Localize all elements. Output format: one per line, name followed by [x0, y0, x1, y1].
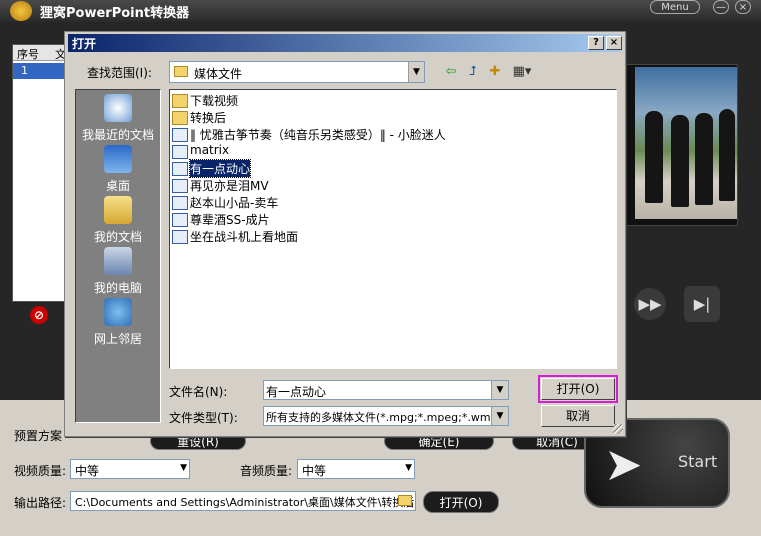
media-file-icon	[172, 128, 188, 142]
audio-quality-value: 中等	[302, 464, 327, 478]
list-row[interactable]: 1	[13, 63, 67, 79]
conversion-list[interactable]: 序号 文 1	[12, 44, 68, 302]
file-type-select[interactable]: 所有支持的多媒体文件(*.mpg;*.mpeg;*.wm ▼	[263, 406, 509, 426]
row-number: 1	[21, 64, 28, 77]
column-header-no[interactable]: 序号	[17, 46, 39, 62]
preview-figure	[645, 111, 663, 203]
view-menu-icon[interactable]: ▦▾	[509, 63, 535, 81]
place-recent[interactable]: 我最近的文档	[76, 92, 160, 142]
media-file-icon	[172, 145, 188, 159]
close-dialog-button[interactable]: ×	[606, 36, 622, 50]
my-computer-icon	[104, 247, 132, 275]
open-output-button[interactable]: 打开(O)	[423, 491, 499, 513]
audio-quality-label: 音频质量:	[240, 464, 293, 478]
back-icon[interactable]: ⇦	[441, 63, 461, 81]
dialog-title-bar[interactable]: 打开 ? ×	[68, 34, 622, 52]
place-label: 桌面	[105, 179, 130, 193]
place-my-documents[interactable]: 我的文档	[76, 194, 160, 244]
place-label: 网上邻居	[93, 332, 142, 346]
preview-figure	[671, 115, 689, 207]
look-in-label: 查找范围(I):	[87, 66, 152, 80]
place-my-computer[interactable]: 我的电脑	[76, 245, 160, 295]
fast-forward-icon[interactable]: ▶▶	[634, 288, 666, 320]
delete-icon[interactable]: ⊘	[30, 306, 48, 324]
help-button[interactable]: ?	[588, 36, 604, 50]
look-in-select[interactable]: 媒体文件 ▼	[169, 61, 425, 83]
open-dialog: 打开 ? × 查找范围(I): 媒体文件 ▼ ⇦ ⮥ ✚ ▦▾ 我最近的文档 桌…	[64, 31, 626, 437]
preset-label: 预置方案	[14, 429, 63, 443]
file-name: 有一点动心	[188, 159, 252, 178]
folder-icon	[172, 94, 188, 108]
file-name: 尊辈酒SS-成片	[190, 213, 270, 227]
output-path-field[interactable]: C:\Documents and Settings\Administrator\…	[70, 491, 416, 511]
video-quality-value: 中等	[75, 464, 100, 478]
media-file-icon	[172, 230, 188, 244]
preview-figure	[719, 109, 735, 201]
dialog-title: 打开	[72, 37, 97, 51]
video-quality-select[interactable]: 中等 ▼	[70, 459, 190, 479]
chevron-down-icon: ▼	[180, 463, 187, 473]
place-network[interactable]: 网上邻居	[76, 296, 160, 346]
up-folder-icon[interactable]: ⮥	[463, 63, 483, 81]
place-desktop[interactable]: 桌面	[76, 143, 160, 193]
file-name: 转换后	[190, 111, 227, 125]
close-app-button[interactable]: ×	[735, 0, 751, 14]
media-file-icon	[172, 196, 188, 210]
start-label: Start	[678, 452, 718, 471]
recent-documents-icon	[104, 94, 132, 122]
file-name: 坐在战斗机上看地面	[190, 230, 299, 244]
chevron-down-icon[interactable]: ▼	[491, 407, 508, 425]
chevron-down-icon[interactable]: ▼	[491, 381, 508, 399]
file-name: 再见亦是泪MV	[190, 179, 269, 193]
play-arrow-icon: ➤	[604, 437, 643, 491]
file-type-label: 文件类型(T):	[169, 411, 238, 425]
output-path-value: C:\Documents and Settings\Administrator\…	[75, 496, 415, 509]
file-name: ‖ 忧雅古筝节奏（纯音乐另类感受）‖ - 小脸迷人	[190, 128, 446, 142]
file-name-label: 文件名(N):	[169, 385, 228, 399]
cancel-button[interactable]: 取消	[541, 405, 615, 427]
folder-icon[interactable]	[398, 495, 412, 506]
audio-quality-select[interactable]: 中等 ▼	[297, 459, 415, 479]
app-title: 狸窝PowerPoint转换器	[40, 6, 190, 21]
folder-icon	[174, 66, 188, 77]
minimize-button[interactable]: —	[713, 0, 729, 14]
media-file-icon	[172, 179, 188, 193]
my-documents-icon	[104, 196, 132, 224]
desktop-icon	[104, 145, 132, 173]
video-preview	[626, 64, 738, 226]
file-list[interactable]: 下载视频 转换后 ‖ 忧雅古筝节奏（纯音乐另类感受）‖ - 小脸迷人 matri…	[169, 89, 617, 369]
new-folder-icon[interactable]: ✚	[485, 63, 505, 81]
app-logo-icon	[10, 1, 32, 21]
open-button[interactable]: 打开(O)	[538, 375, 618, 403]
list-header: 序号 文	[13, 45, 67, 61]
file-name: matrix	[190, 143, 230, 157]
file-name-input[interactable]: 有一点动心 ▼	[263, 380, 509, 400]
output-path-label: 输出路径:	[14, 496, 67, 510]
file-type-value: 所有支持的多媒体文件(*.mpg;*.mpeg;*.wm	[266, 411, 491, 424]
file-name: 赵本山小品-卖车	[190, 196, 279, 210]
folder-icon	[172, 111, 188, 125]
preview-image	[635, 67, 737, 219]
place-label: 我最近的文档	[81, 128, 154, 142]
chevron-down-icon[interactable]: ▼	[408, 62, 424, 82]
skip-end-icon[interactable]: ▶|	[684, 286, 720, 322]
menu-button[interactable]: Menu	[650, 0, 700, 14]
video-quality-label: 视频质量:	[14, 464, 67, 478]
file-name: 下载视频	[190, 94, 239, 108]
resize-grip-icon[interactable]	[613, 424, 623, 434]
media-file-icon	[172, 162, 188, 176]
app-title-bar: 狸窝PowerPoint转换器 Menu — ×	[0, 0, 761, 22]
place-label: 我的电脑	[93, 281, 142, 295]
preview-figure	[695, 113, 713, 205]
place-label: 我的文档	[93, 230, 142, 244]
chevron-down-icon: ▼	[405, 463, 412, 473]
look-in-value: 媒体文件	[194, 67, 243, 81]
network-places-icon	[104, 298, 132, 326]
media-file-icon	[172, 213, 188, 227]
places-bar: 我最近的文档 桌面 我的文档 我的电脑 网上邻居	[75, 89, 161, 423]
file-name-value: 有一点动心	[266, 385, 327, 399]
